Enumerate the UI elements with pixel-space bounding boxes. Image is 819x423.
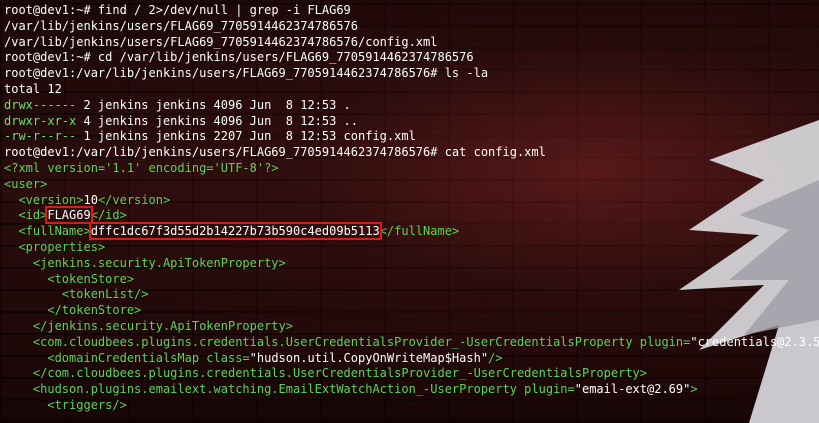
terminal-line: root@dev1:/var/lib/jenkins/users/FLAG69_… bbox=[4, 145, 546, 160]
terminal-output[interactable]: root@dev1:~# find / 2>/dev/null | grep -… bbox=[4, 3, 819, 414]
terminal-line: <jenkins.security.ApiTokenProperty> bbox=[4, 255, 286, 270]
terminal-line: /var/lib/jenkins/users/FLAG69_7705914462… bbox=[4, 18, 359, 33]
terminal-line: </tokenStore> bbox=[4, 303, 142, 318]
terminal-line: <triggers/> bbox=[4, 397, 127, 412]
terminal-line: <tokenList/> bbox=[4, 287, 149, 302]
highlighted-user-id: FLAG69 bbox=[45, 206, 93, 225]
terminal-line: drwxr-xr-x 4 jenkins jenkins 4096 Jun 8 … bbox=[4, 113, 359, 128]
terminal-line: </jenkins.security.ApiTokenProperty> bbox=[4, 318, 293, 333]
terminal-line: root@dev1:~# cd /var/lib/jenkins/users/F… bbox=[4, 50, 474, 65]
terminal-line: root@dev1:/var/lib/jenkins/users/FLAG69_… bbox=[4, 66, 489, 81]
terminal-line: <hudson.plugins.emailext.watching.EmailE… bbox=[4, 382, 698, 397]
terminal-line: <domainCredentialsMap class="hudson.util… bbox=[4, 350, 503, 365]
terminal-line: <version>10</version> bbox=[4, 192, 171, 207]
terminal-line: </com.cloudbees.plugins.credentials.User… bbox=[4, 366, 647, 381]
terminal-line: /var/lib/jenkins/users/FLAG69_7705914462… bbox=[4, 34, 438, 49]
terminal-line: drwx------ 2 jenkins jenkins 4096 Jun 8 … bbox=[4, 97, 351, 112]
terminal-line: <?xml version='1.1' encoding='UTF-8'?> bbox=[4, 160, 279, 175]
terminal-line: <id>FLAG69</id> bbox=[4, 206, 127, 225]
terminal-line: root@dev1:~# find / 2>/dev/null | grep -… bbox=[4, 3, 351, 17]
terminal-line: <user> bbox=[4, 176, 48, 191]
terminal-line: total 12 bbox=[4, 81, 62, 96]
terminal-line: -rw-r--r-- 1 jenkins jenkins 2207 Jun 8 … bbox=[4, 129, 416, 144]
terminal-line: <tokenStore> bbox=[4, 271, 135, 286]
highlighted-full-name-hash: dffc1dc67f3d55d2b14227b73b590c4ed09b5113 bbox=[88, 222, 382, 241]
terminal-line: <properties> bbox=[4, 239, 106, 254]
terminal-line: <fullName>dffc1dc67f3d55d2b14227b73b590c… bbox=[4, 222, 460, 241]
terminal-line: <com.cloudbees.plugins.credentials.UserC… bbox=[4, 334, 819, 349]
